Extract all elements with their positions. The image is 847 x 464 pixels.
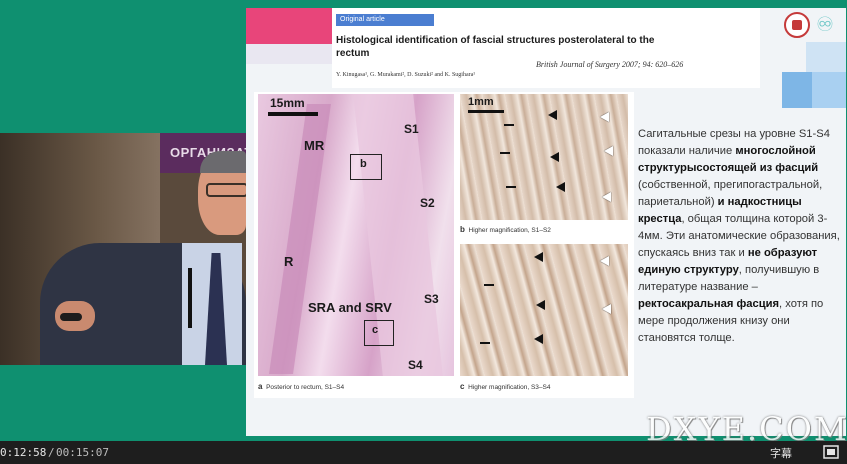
site-watermark: DXYE.COM <box>646 410 847 441</box>
scale-label: 15mm <box>270 96 305 110</box>
caption-c: c Higher magnification, S3–S4 <box>460 382 551 391</box>
arrowhead-white-icon <box>602 304 611 314</box>
panel-label-mr: MR <box>304 138 325 153</box>
speaker-hair <box>200 151 246 173</box>
presentation-slide: Original article Histological identifica… <box>246 8 846 436</box>
panel-label-s2: S2 <box>420 196 435 210</box>
caption-b: b Higher magnification, S1–S2 <box>460 225 551 234</box>
caption-a: a Posterior to rectum, S1–S4 <box>258 382 345 391</box>
panel-label-b: b <box>360 158 367 170</box>
histology-figure: 15mm MR b S1 S2 R S3 SRA and SRV c S4 a … <box>254 92 634 398</box>
histology-panel-a: 15mm MR b S1 S2 R S3 SRA and SRV c S4 <box>258 94 454 376</box>
body-text-bold: ректосакральная фасция <box>638 298 780 310</box>
scale-label: 1mm <box>468 96 494 108</box>
arrow-icon <box>500 152 510 154</box>
handheld-clicker <box>60 313 82 321</box>
arrow-icon <box>504 124 514 126</box>
panel-label-sra-srv: SRA and SRV <box>308 300 392 315</box>
arrowhead-black-icon <box>534 334 543 344</box>
histology-panel-c <box>460 244 628 376</box>
arrowhead-white-icon <box>600 112 609 122</box>
scale-bar <box>268 112 318 116</box>
article-title: Histological identification of fascial s… <box>336 35 655 59</box>
player-control-bar: 0:12:58 / 00:15:07 字幕 <box>0 441 847 464</box>
slide-decor-square <box>812 72 846 108</box>
arrow-icon <box>506 186 516 188</box>
arrowhead-black-icon <box>556 182 565 192</box>
inset-box-c <box>364 320 394 346</box>
video-area[interactable]: ОРГАНИЗАТО Original article Histological… <box>0 0 847 441</box>
arrow-icon <box>484 284 494 286</box>
panel-label-s1: S1 <box>404 122 419 136</box>
arrow-icon <box>480 342 490 344</box>
society-logo-icon <box>784 12 810 38</box>
slide-decor-square <box>806 42 846 76</box>
panel-label-c: c <box>372 324 379 336</box>
article-label: Original article <box>336 14 434 26</box>
current-time: 0:12:58 <box>0 446 47 459</box>
speaker-video: ОРГАНИЗАТО <box>0 133 246 365</box>
slide-accent-lavender <box>246 44 334 64</box>
histology-panel-b: 1mm <box>460 94 628 220</box>
arrowhead-black-icon <box>550 152 559 162</box>
microphone-stand <box>188 268 192 328</box>
slide-accent-pink <box>246 8 334 44</box>
slide-body-text: Сагитальные срезы на уровне S1-S4 показа… <box>638 126 842 347</box>
arrowhead-white-icon <box>600 256 609 266</box>
arrowhead-black-icon <box>536 300 545 310</box>
speaker-glasses <box>206 183 246 197</box>
slide-decor-square <box>782 72 816 108</box>
arrowhead-black-icon <box>548 110 557 120</box>
subtitle-button[interactable]: 字幕 <box>770 445 792 461</box>
awareness-ribbon-icon: ♾ <box>816 12 834 36</box>
panel-label-s4: S4 <box>408 358 423 372</box>
scale-bar <box>468 110 504 113</box>
panel-label-s3: S3 <box>424 292 439 306</box>
arrowhead-white-icon <box>602 192 611 202</box>
panel-label-r: R <box>284 254 294 269</box>
time-separator: / <box>48 446 55 459</box>
arrowhead-white-icon <box>604 146 613 156</box>
journal-citation: British Journal of Surgery 2007; 94: 620… <box>536 60 684 69</box>
article-authors: Y. Kinugasa¹, G. Murakami², D. Suzuki² a… <box>336 72 476 78</box>
fullscreen-icon[interactable] <box>823 445 839 459</box>
total-time: 00:15:07 <box>56 446 109 459</box>
arrowhead-black-icon <box>534 252 543 262</box>
